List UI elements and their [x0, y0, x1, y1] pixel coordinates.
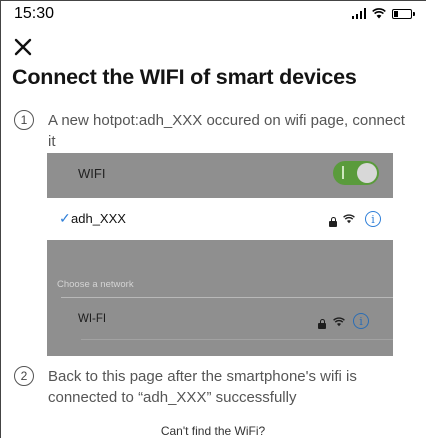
- close-icon[interactable]: [12, 36, 34, 58]
- step-number: 2: [14, 366, 34, 386]
- battery-icon: [392, 8, 415, 19]
- wifi-settings-illustration: WIFI ✓ adh_XXX i Choose a network WI-FI …: [47, 153, 393, 356]
- divider: [81, 339, 393, 340]
- wifi-icon: [343, 214, 355, 224]
- info-icon: i: [353, 313, 369, 329]
- wifi-toggle-row: WIFI: [47, 153, 393, 198]
- status-bar: 15:30: [0, 0, 426, 30]
- lock-icon: [329, 217, 337, 227]
- wifi-icon: [372, 8, 386, 19]
- wifi-icon: [333, 317, 345, 327]
- wifi-label: WIFI: [78, 166, 106, 181]
- connected-network-name: adh_XXX: [71, 211, 126, 226]
- wifi-toggle: [333, 161, 379, 185]
- lock-icon: [318, 319, 326, 329]
- frame-left-border: [0, 0, 1, 438]
- step-1: 1 A new hotpot:adh_XXX occured on wifi p…: [14, 110, 408, 152]
- page-title: Connect the WIFI of smart devices: [12, 65, 357, 89]
- cant-find-wifi-link[interactable]: Can't find the WiFi?: [0, 424, 426, 438]
- signal-icon: [351, 8, 366, 19]
- status-icons: [351, 8, 415, 19]
- connected-network-row: ✓ adh_XXX i: [47, 198, 393, 240]
- step-2: 2 Back to this page after the smartphone…: [14, 366, 408, 408]
- status-time: 15:30: [14, 5, 55, 22]
- step-number: 1: [14, 110, 34, 130]
- step-text: A new hotpot:adh_XXX occured on wifi pag…: [48, 112, 405, 150]
- check-icon: ✓: [59, 210, 71, 226]
- other-network-name: WI-FI: [78, 313, 107, 325]
- divider: [61, 297, 393, 298]
- step-text: Back to this page after the smartphone's…: [48, 368, 357, 406]
- info-icon: i: [365, 211, 381, 227]
- choose-network-label: Choose a network: [57, 279, 134, 290]
